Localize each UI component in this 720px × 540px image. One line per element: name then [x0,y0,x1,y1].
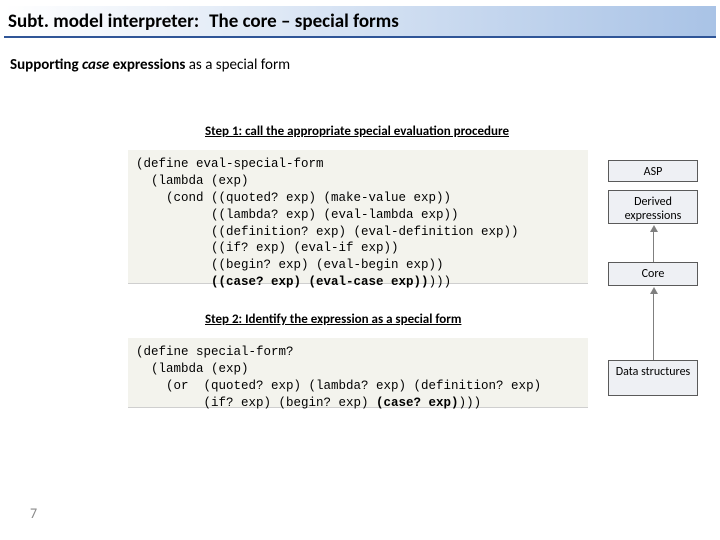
sidebar-derived: Derived expressions [608,190,698,224]
step-2-label: Step 2: Identify the expression as a spe… [205,312,461,327]
subtitle-mid: expressions [109,56,185,74]
title-prefix: Subt. model interpreter: [8,10,199,33]
page-number: 7 [30,505,37,522]
subtitle-em: case [82,56,109,74]
step-1-label: Step 1: call the appropriate special eva… [205,124,509,139]
code-line: (or (quoted? exp) (lambda? exp) (definit… [136,379,541,393]
subtitle-tail: as a special form [185,56,290,74]
sidebar-asp: ASP [608,160,698,182]
arrow-up-icon [650,225,658,232]
code-line: ((lambda? exp) (eval-lambda exp)) [136,208,459,222]
code-highlight: ((case? exp) (eval-case exp)) [211,275,429,289]
code-line: ((definition? exp) (eval-definition exp)… [136,225,519,239]
arrow-line-icon [653,294,654,360]
sidebar-core: Core [608,262,698,286]
code-line: (lambda (exp) [136,174,249,188]
code-line: ((if? exp) (eval-if exp)) [136,241,399,255]
slide: Subt. model interpreter: The core – spec… [0,0,720,540]
code-line: (define eval-special-form [136,157,324,171]
code-block-2: (define special-form? (lambda (exp) (or … [128,338,588,408]
title-bar: Subt. model interpreter: The core – spec… [4,6,716,38]
code-tail: ))) [429,275,452,289]
code-indent: (if? exp) (begin? exp) [136,396,376,410]
sidebar-data-structures: Data structures [608,360,698,396]
code-line: (lambda (exp) [136,362,249,376]
subtitle-lead: Supporting [10,56,82,74]
code-line: ((begin? exp) (eval-begin exp)) [136,258,444,272]
arrow-up-icon [650,287,658,294]
code-line: (define special-form? [136,345,294,359]
subtitle: Supporting case expressions as a special… [10,56,290,74]
code-tail: ))) [459,396,482,410]
code-line: (cond ((quoted? exp) (make-value exp)) [136,191,451,205]
code-highlight: (case? exp) [376,396,459,410]
code-block-1: (define eval-special-form (lambda (exp) … [128,150,588,284]
arrow-line-icon [653,232,654,262]
code-indent [136,275,211,289]
title-main: The core – special forms [209,10,399,33]
